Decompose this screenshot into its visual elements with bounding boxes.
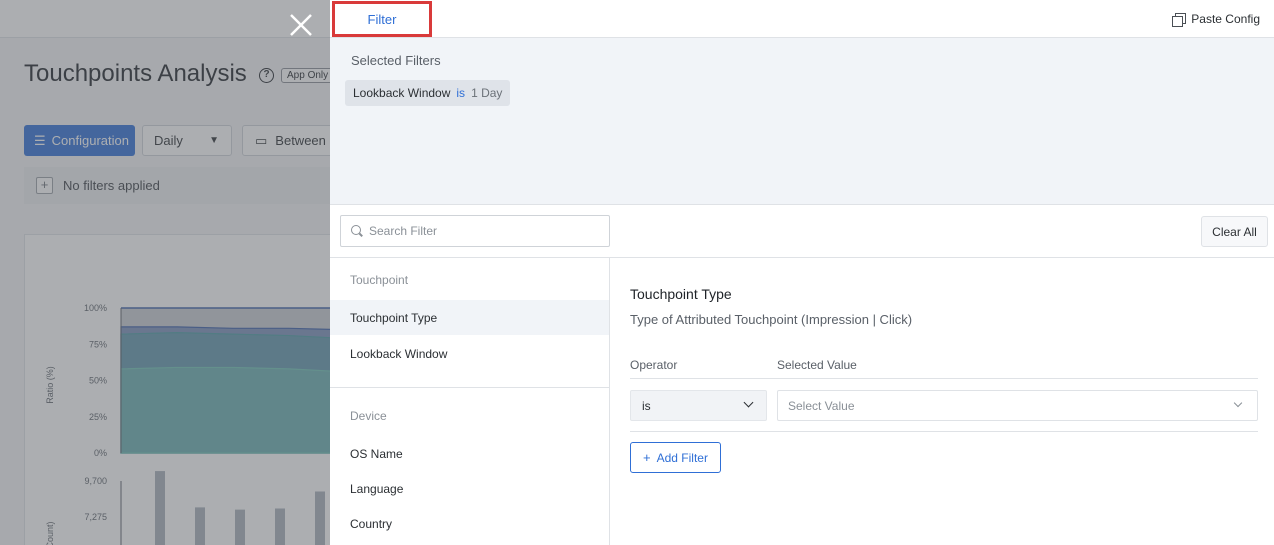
row-divider (630, 431, 1258, 432)
chip-operator: is (456, 86, 466, 100)
filter-item-language[interactable]: Language (330, 471, 609, 506)
selected-filters-area: Selected Filters Lookback Window is 1 Da… (330, 38, 1274, 205)
search-box[interactable] (340, 215, 610, 247)
add-filter-label: Add Filter (656, 450, 708, 465)
detail-description: Type of Attributed Touchpoint (Impressio… (630, 312, 913, 327)
chip-value: 1 Day (471, 86, 503, 100)
operator-select[interactable]: is (630, 390, 767, 421)
drawer-header: Filter Paste Config (330, 0, 1274, 38)
group-divider (330, 387, 609, 388)
operator-column-header: Operator (630, 358, 678, 372)
chevron-down-icon (1233, 398, 1243, 408)
paste-config-button[interactable]: Paste Config (1172, 12, 1260, 27)
value-placeholder: Select Value (788, 398, 855, 413)
value-select[interactable]: Select Value (777, 390, 1258, 421)
add-filter-button[interactable]: + Add Filter (630, 442, 721, 473)
filter-item-os-name[interactable]: OS Name (330, 436, 609, 471)
filter-list-panel: Touchpoint Touchpoint Type Lookback Wind… (330, 258, 610, 545)
search-row: Clear All (330, 205, 1274, 258)
paste-config-icon (1172, 12, 1187, 27)
group-label-touchpoint: Touchpoint (350, 273, 409, 287)
filter-item-lookback-window[interactable]: Lookback Window (330, 336, 609, 371)
selected-filters-title: Selected Filters (351, 53, 441, 68)
tab-filter[interactable]: Filter (332, 1, 432, 37)
plus-icon: + (643, 449, 651, 465)
chip-field: Lookback Window (353, 86, 451, 100)
filter-detail-panel: Touchpoint Type Type of Attributed Touch… (611, 258, 1274, 545)
chevron-down-icon (743, 397, 754, 408)
group-label-device: Device (350, 409, 387, 423)
search-icon (351, 225, 363, 237)
operator-value: is (642, 398, 651, 413)
close-icon[interactable] (288, 12, 314, 38)
paste-config-label: Paste Config (1191, 12, 1260, 26)
selected-value-column-header: Selected Value (777, 358, 857, 372)
filter-item-country[interactable]: Country (330, 506, 609, 541)
clear-all-button[interactable]: Clear All (1201, 216, 1268, 247)
header-divider (630, 378, 1258, 379)
filter-drawer: Filter Paste Config Selected Filters Loo… (330, 0, 1274, 545)
search-input[interactable] (369, 224, 599, 238)
detail-title: Touchpoint Type (630, 286, 732, 302)
filter-item-touchpoint-type[interactable]: Touchpoint Type (330, 300, 609, 335)
selected-filter-chip[interactable]: Lookback Window is 1 Day (345, 80, 511, 106)
